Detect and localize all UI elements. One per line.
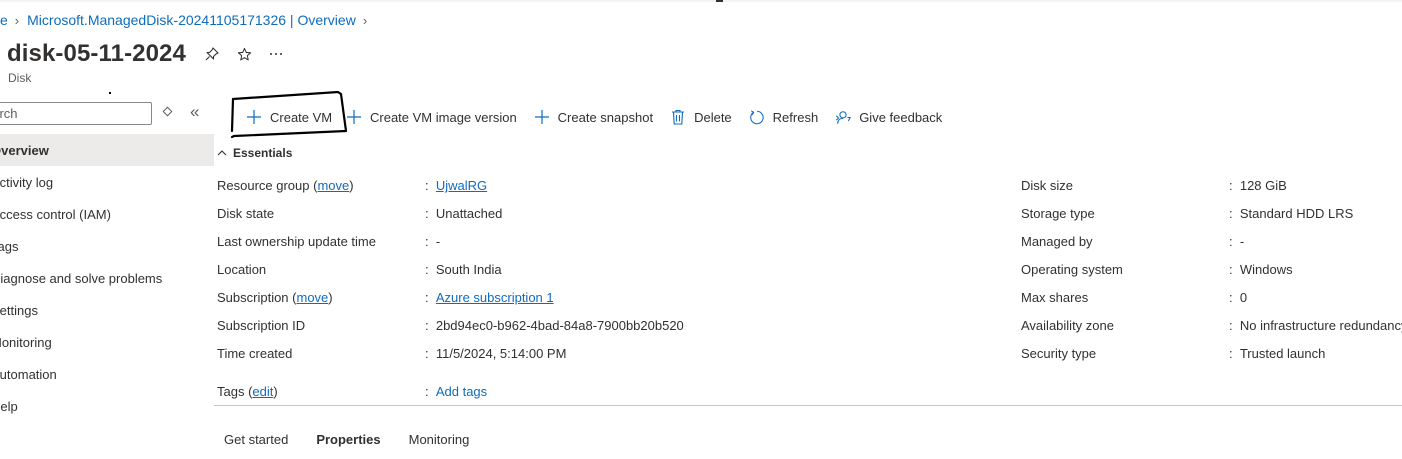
title-actions xyxy=(202,44,298,64)
top-border xyxy=(0,0,1402,2)
time-created-label: Time created xyxy=(217,346,293,361)
max-shares-value: : 0 xyxy=(1229,290,1248,305)
add-tags-link[interactable]: Add tags xyxy=(436,384,487,399)
operating-system-value: : Windows xyxy=(1229,262,1293,277)
essentials-heading: Essentials xyxy=(233,146,293,160)
sidebar-item-settings[interactable]: Settings xyxy=(0,294,214,326)
disk-size-label: Disk size xyxy=(1021,178,1074,193)
plus-icon xyxy=(346,109,362,125)
location-label: Location xyxy=(217,262,267,277)
tab-monitoring[interactable]: Monitoring xyxy=(409,432,470,447)
availability-zone-label: Availability zone xyxy=(1021,318,1114,333)
time-created-value: : 11/5/2024, 5:14:00 PM xyxy=(425,346,567,361)
disk-state-label: Disk state xyxy=(217,206,275,221)
create-vm-label: Create VM xyxy=(270,109,333,125)
last-ownership-label: Last ownership update time xyxy=(217,234,376,249)
storage-type-value: : Standard HDD LRS xyxy=(1229,206,1354,221)
essentials-divider xyxy=(214,405,1402,406)
sidebar-item-help[interactable]: Help xyxy=(0,390,214,422)
sidebar-item-label: Help xyxy=(0,398,18,414)
plus-icon xyxy=(246,109,262,125)
sidebar-item-overview[interactable]: Overview xyxy=(0,134,214,166)
tags-value: : Add tags xyxy=(425,384,488,399)
resource-group-link[interactable]: UjwalRG xyxy=(436,178,487,193)
star-icon[interactable] xyxy=(234,44,254,64)
subscription-id-label: Subscription ID xyxy=(217,318,306,333)
overview-tabs: Get started Properties Monitoring xyxy=(224,432,497,447)
disk-size-value: : 128 GiB xyxy=(1229,178,1287,193)
page-title: disk-05-11-2024 xyxy=(7,40,186,67)
sidebar-nav: Overview Activity log Access control (IA… xyxy=(0,134,214,422)
tags-label: Tags (edit) xyxy=(217,384,278,399)
operating-system-label: Operating system xyxy=(1021,262,1123,277)
give-feedback-button[interactable]: Give feedback xyxy=(835,101,942,133)
storage-type-label: Storage type xyxy=(1021,206,1095,221)
refresh-icon xyxy=(749,109,765,125)
resource-type: Disk xyxy=(8,71,32,85)
create-snapshot-label: Create snapshot xyxy=(557,109,654,125)
create-vm-image-version-label: Create VM image version xyxy=(370,109,517,125)
last-ownership-value: : - xyxy=(425,234,441,249)
subscription-link[interactable]: Azure subscription 1 xyxy=(436,290,554,305)
resource-group-value: : UjwalRG xyxy=(425,178,488,193)
sidebar-item-automation[interactable]: Automation xyxy=(0,358,214,390)
create-vm-image-version-button[interactable]: Create VM image version xyxy=(346,101,517,133)
availability-zone-value: : No infrastructure redundancy xyxy=(1229,318,1402,333)
breadcrumb-deployment-link[interactable]: Microsoft.ManagedDisk-20241105171326 | O… xyxy=(27,12,356,28)
trash-icon xyxy=(670,109,686,125)
sidebar-item-tags[interactable]: Tags xyxy=(0,230,214,262)
chevron-right-icon: › xyxy=(14,12,20,28)
collapse-sidebar-icon[interactable]: « xyxy=(190,102,199,122)
sidebar-item-access-control[interactable]: Access control (IAM) xyxy=(0,198,214,230)
managed-by-value: : - xyxy=(1229,234,1245,249)
sidebar-item-label: Tags xyxy=(0,238,19,254)
stray-dot xyxy=(109,92,111,94)
sidebar-item-monitoring[interactable]: Monitoring xyxy=(0,326,214,358)
pin-icon[interactable] xyxy=(202,44,222,64)
location-value: : South India xyxy=(425,262,502,277)
resource-group-label: Resource group (move) xyxy=(217,178,354,193)
chevron-up-icon xyxy=(217,150,227,156)
plus-icon xyxy=(534,109,550,125)
create-vm-button[interactable]: Create VM xyxy=(232,101,342,133)
security-type-value: : Trusted launch xyxy=(1229,346,1326,361)
create-snapshot-button[interactable]: Create snapshot xyxy=(534,101,653,133)
sidebar-item-label: Monitoring xyxy=(0,334,52,350)
sidebar-item-label: Diagnose and solve problems xyxy=(0,270,163,286)
sidebar-item-diagnose[interactable]: Diagnose and solve problems xyxy=(0,262,214,294)
sidebar-item-label: Activity log xyxy=(0,174,54,190)
subscription-id-value: : 2bd94ec0-b962-4bad-84a8-7900bb20b520 xyxy=(425,318,684,333)
chevron-right-icon: › xyxy=(362,12,368,28)
move-resource-group-link[interactable]: move xyxy=(317,178,349,193)
refresh-button[interactable]: Refresh xyxy=(749,101,819,133)
breadcrumb-home-link[interactable]: e xyxy=(0,12,8,28)
edit-tags-link[interactable]: edit xyxy=(252,384,273,399)
essentials-toggle[interactable]: Essentials xyxy=(217,146,292,160)
command-bar: Create VM Create VM image version Create… xyxy=(232,101,959,133)
feedback-icon xyxy=(835,109,852,125)
sidebar-item-activity-log[interactable]: Activity log xyxy=(0,166,214,198)
tab-properties[interactable]: Properties xyxy=(316,432,380,447)
sidebar-item-label: Settings xyxy=(0,302,38,318)
give-feedback-label: Give feedback xyxy=(859,109,943,125)
refresh-label: Refresh xyxy=(772,109,819,125)
delete-button[interactable]: Delete xyxy=(670,101,732,133)
top-marker xyxy=(716,0,723,2)
sidebar-item-label: Overview xyxy=(0,142,49,158)
move-subscription-link[interactable]: move xyxy=(296,290,328,305)
sidebar-search-input[interactable] xyxy=(0,102,152,125)
diamond-icon[interactable] xyxy=(162,106,173,117)
managed-by-label: Managed by xyxy=(1021,234,1093,249)
subscription-value: : Azure subscription 1 xyxy=(425,290,554,305)
more-options-icon[interactable] xyxy=(266,44,286,64)
sidebar-item-label: Automation xyxy=(0,366,57,382)
security-type-label: Security type xyxy=(1021,346,1097,361)
disk-state-value: : Unattached xyxy=(425,206,503,221)
max-shares-label: Max shares xyxy=(1021,290,1089,305)
subscription-label: Subscription (move) xyxy=(217,290,333,305)
breadcrumb: e › Microsoft.ManagedDisk-20241105171326… xyxy=(0,11,375,29)
tab-get-started[interactable]: Get started xyxy=(224,432,288,447)
delete-label: Delete xyxy=(694,109,732,125)
sidebar-item-label: Access control (IAM) xyxy=(0,206,111,222)
